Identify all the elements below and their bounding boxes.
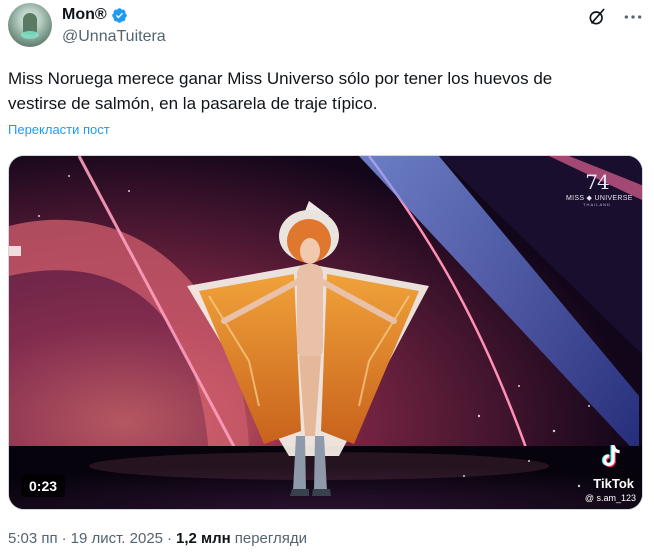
video-frame bbox=[9, 156, 642, 509]
views-label: перегляди bbox=[234, 530, 308, 547]
avatar[interactable] bbox=[8, 3, 52, 47]
author-name-row: Mon® bbox=[62, 6, 128, 24]
header-actions bbox=[586, 6, 644, 28]
author-handle[interactable]: @UnnaTuitera bbox=[62, 28, 166, 46]
tweet-date[interactable]: 19 лист. 2025 bbox=[71, 530, 163, 547]
tiktok-logo-icon bbox=[598, 443, 624, 476]
grok-icon[interactable] bbox=[586, 6, 608, 28]
verified-badge-icon bbox=[111, 7, 128, 24]
author-display-name[interactable]: Mon® bbox=[62, 6, 107, 24]
tweet-card: Mon® @UnnaTuitera Miss Noruega merece ga… bbox=[0, 0, 654, 559]
tweet-meta: 5:03 пп · 19 лист. 2025 · 1,2 млн перегл… bbox=[8, 530, 307, 547]
tweet-text: Miss Noruega merece ganar Miss Universo … bbox=[8, 69, 553, 113]
meta-separator: · bbox=[61, 530, 67, 547]
avatar-glow bbox=[21, 31, 39, 39]
translate-post-link[interactable]: Перекласти пост bbox=[8, 122, 110, 137]
video-player[interactable]: 74 MISS ◆ UNIVERSE THAILAND 0:23 TikTok … bbox=[8, 155, 643, 510]
video-duration-badge: 0:23 bbox=[21, 475, 66, 497]
miss-universe-logo: 74 MISS ◆ UNIVERSE THAILAND bbox=[566, 170, 633, 207]
tiktok-user: @ s.am_123 bbox=[584, 493, 636, 503]
brand-text: MISS ◆ UNIVERSE bbox=[566, 195, 633, 202]
brand-number: 74 bbox=[585, 170, 609, 194]
brand-subtext: THAILAND bbox=[583, 202, 611, 207]
views-count: 1,2 млн bbox=[176, 530, 231, 547]
meta-separator-2: · bbox=[167, 530, 173, 547]
more-options-icon[interactable] bbox=[622, 6, 644, 28]
tiktok-watermark: TikTok @ s.am_123 bbox=[556, 443, 636, 503]
tweet-time[interactable]: 5:03 пп bbox=[8, 530, 58, 547]
tiktok-name: TikTok bbox=[593, 476, 634, 491]
